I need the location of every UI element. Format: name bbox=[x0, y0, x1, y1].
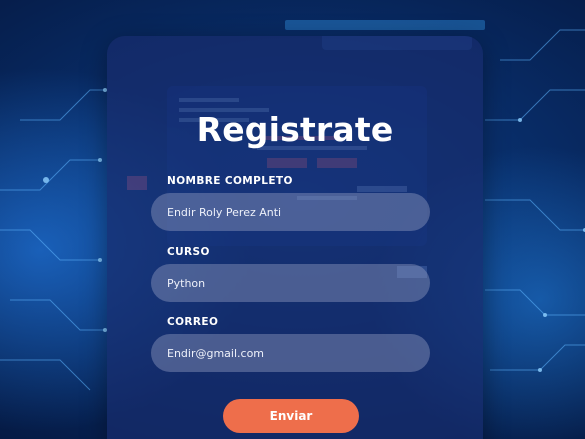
email-input[interactable] bbox=[151, 334, 430, 372]
submit-button[interactable]: Enviar bbox=[223, 399, 359, 433]
email-label: CORREO bbox=[167, 316, 219, 328]
course-label: CURSO bbox=[167, 246, 210, 258]
registration-page: Registrate NOMBRE COMPLETO CURSO CORREO … bbox=[0, 0, 585, 439]
full-name-input[interactable] bbox=[151, 193, 430, 231]
course-input[interactable] bbox=[151, 264, 430, 302]
page-title: Registrate bbox=[196, 110, 394, 149]
registration-card: Registrate NOMBRE COMPLETO CURSO CORREO … bbox=[107, 36, 483, 439]
full-name-label: NOMBRE COMPLETO bbox=[167, 175, 293, 187]
card-background-laptop-image bbox=[127, 36, 472, 278]
